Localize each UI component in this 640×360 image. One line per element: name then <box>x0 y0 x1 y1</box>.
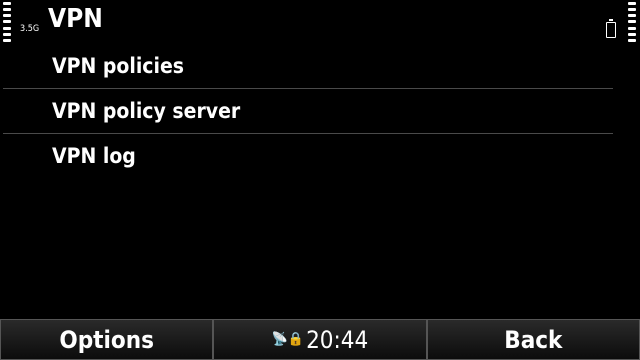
page-title: VPN <box>48 4 103 34</box>
network-type-label: 3.5G <box>20 24 40 34</box>
list-item-vpn-policies[interactable]: VPN policies <box>0 44 640 89</box>
list-item-label: VPN policy server <box>52 99 241 123</box>
status-bar: 3.5G VPN <box>0 0 640 48</box>
signal-strength-icon <box>3 2 11 42</box>
back-softkey[interactable]: Back <box>426 319 640 360</box>
clock: 📡🔒 20:44 <box>213 319 427 360</box>
battery-icon <box>606 19 616 38</box>
clock-time: 20:44 <box>306 325 369 354</box>
list-item-label: VPN policies <box>52 54 185 78</box>
softkey-bar: Options 📡🔒 20:44 Back <box>0 319 640 360</box>
options-softkey[interactable]: Options <box>0 319 214 360</box>
list-item-vpn-log[interactable]: VPN log <box>0 134 640 179</box>
list-item-vpn-policy-server[interactable]: VPN policy server <box>0 89 640 134</box>
battery-level-icon <box>628 2 636 42</box>
list-item-label: VPN log <box>52 144 136 168</box>
connection-lock-icon: 📡🔒 <box>271 332 305 347</box>
vpn-menu-list: VPN policies VPN policy server VPN log <box>0 44 640 179</box>
